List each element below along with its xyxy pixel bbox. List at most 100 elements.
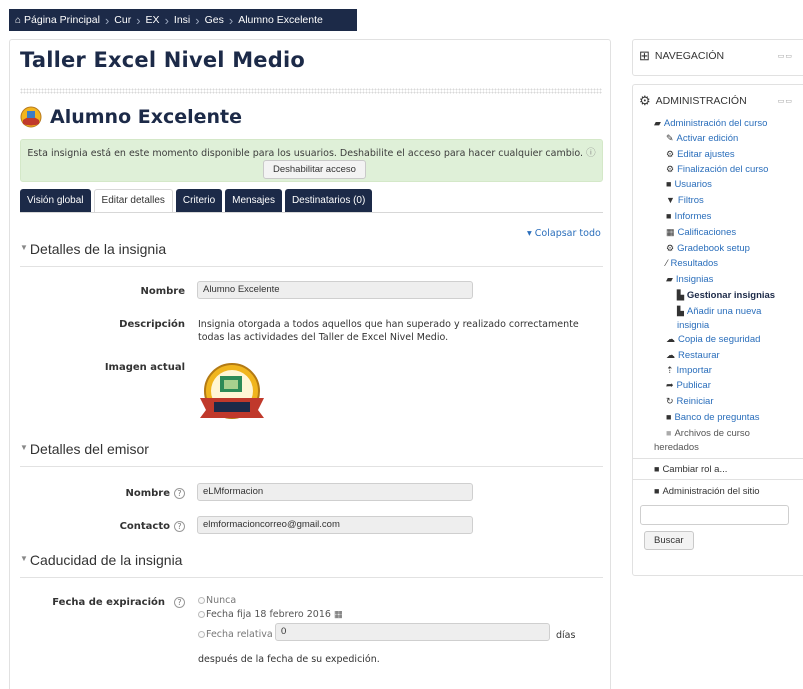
help-icon[interactable]: ? bbox=[174, 488, 185, 499]
admin-restore[interactable]: ☁ Restaurar bbox=[666, 350, 720, 361]
admin-item-label[interactable]: Administración del curso bbox=[664, 118, 768, 129]
tab-bar: Visión global Editar detalles Criterio M… bbox=[20, 189, 375, 213]
admin-item-label[interactable]: Copia de seguridad bbox=[678, 334, 760, 345]
section-badge-details[interactable]: ▼ Detalles de la insignia bbox=[20, 241, 603, 267]
breadcrumb-home[interactable]: ⌂ Página Principal bbox=[15, 14, 100, 26]
admin-question-bank[interactable]: ■ Banco de preguntas bbox=[666, 412, 759, 423]
admin-item-label[interactable]: Reiniciar bbox=[677, 396, 714, 407]
admin-item-label[interactable]: Usuarios bbox=[674, 179, 712, 190]
admin-item-label[interactable]: Finalización del curso bbox=[677, 164, 768, 175]
admin-search-input[interactable] bbox=[640, 505, 789, 525]
admin-legacy-files-cont[interactable]: heredados bbox=[654, 442, 699, 453]
admin-filters[interactable]: ▼ Filtros bbox=[666, 195, 704, 206]
admin-item-label[interactable]: Informes bbox=[674, 211, 711, 222]
folder-icon: ■ bbox=[666, 412, 672, 422]
block-title[interactable]: ADMINISTRACIÓN bbox=[656, 95, 747, 107]
radio-never[interactable]: Nunca bbox=[198, 595, 236, 606]
help-icon[interactable]: ? bbox=[174, 521, 185, 532]
admin-item-label[interactable]: Activar edición bbox=[677, 133, 739, 144]
admin-item-label[interactable]: Calificaciones bbox=[678, 227, 737, 238]
radio-relative-date[interactable]: Fecha relativa bbox=[198, 629, 273, 640]
breadcrumb-item[interactable]: Ges bbox=[205, 14, 224, 26]
admin-item-label[interactable]: Editar ajustes bbox=[677, 149, 735, 160]
admin-item-label[interactable]: Archivos de curso bbox=[674, 428, 750, 439]
field-label: Contacto bbox=[119, 521, 170, 532]
radio-button[interactable] bbox=[198, 597, 205, 604]
section-title[interactable]: Detalles del emisor bbox=[30, 441, 149, 457]
admin-legacy-files[interactable]: ■ Archivos de curso bbox=[666, 428, 750, 439]
admin-outcomes[interactable]: ⁄ Resultados bbox=[666, 258, 718, 269]
help-icon[interactable]: ⓘ bbox=[586, 148, 596, 159]
admin-backup[interactable]: ☁ Copia de seguridad bbox=[666, 334, 760, 345]
admin-add-badge[interactable]: ▙ Añadir una nueva bbox=[677, 306, 761, 317]
admin-turn-editing-on[interactable]: ✎ Activar edición bbox=[666, 133, 738, 144]
admin-item-label[interactable]: insignia bbox=[677, 320, 709, 331]
admin-item-label[interactable]: Restaurar bbox=[678, 350, 720, 361]
admin-course-completion[interactable]: ⚙ Finalización del curso bbox=[666, 164, 768, 175]
block-controls[interactable]: ▭▭ bbox=[778, 97, 793, 105]
tab-overview[interactable]: Visión global bbox=[20, 189, 91, 213]
admin-badges[interactable]: ▰ Insignias bbox=[666, 274, 713, 285]
admin-item-label[interactable]: Añadir una nueva bbox=[687, 306, 761, 317]
admin-item-label[interactable]: Importar bbox=[677, 365, 712, 376]
block-title[interactable]: NAVEGACIÓN bbox=[655, 50, 724, 62]
admin-course-admin[interactable]: ▰ Administración del curso bbox=[654, 118, 767, 129]
admin-users[interactable]: ■ Usuarios bbox=[666, 179, 712, 190]
relative-days-field[interactable]: 0 bbox=[275, 623, 550, 641]
admin-item-label[interactable]: heredados bbox=[654, 442, 699, 453]
admin-item-label[interactable]: Resultados bbox=[671, 258, 719, 269]
field-label: Descripción bbox=[119, 319, 185, 330]
calendar-icon[interactable]: ▦ bbox=[334, 609, 343, 620]
issuer-contact-field[interactable]: elmformacioncorreo@gmail.com bbox=[197, 516, 473, 534]
admin-item-label[interactable]: Banco de preguntas bbox=[674, 412, 759, 423]
admin-edit-settings[interactable]: ⚙ Editar ajustes bbox=[666, 149, 735, 160]
block-header[interactable]: ⚙ ADMINISTRACIÓN bbox=[639, 93, 747, 109]
collapse-all-link[interactable]: ▾ Colapsar todo bbox=[527, 228, 601, 239]
block-controls[interactable]: ▭▭ bbox=[778, 52, 793, 60]
tab-messages[interactable]: Mensajes bbox=[225, 189, 282, 213]
admin-item-label[interactable]: Insignias bbox=[676, 274, 714, 285]
radio-fixed-date[interactable]: Fecha fija 18 febrero 2016 ▦ bbox=[198, 609, 343, 620]
disable-access-button[interactable]: Deshabilitar acceso bbox=[263, 160, 366, 179]
admin-manage-badges[interactable]: ▙ Gestionar insignias bbox=[677, 290, 775, 301]
admin-reports[interactable]: ■ Informes bbox=[666, 211, 711, 222]
site-admin-link[interactable]: ■ Administración del sitio bbox=[654, 486, 760, 497]
help-icon[interactable]: ? bbox=[174, 597, 185, 608]
search-button[interactable]: Buscar bbox=[644, 531, 694, 550]
admin-grades[interactable]: ▦ Calificaciones bbox=[666, 227, 736, 238]
switch-role-link[interactable]: ■ Cambiar rol a... bbox=[654, 464, 727, 475]
admin-item-label[interactable]: Gradebook setup bbox=[677, 243, 750, 254]
refresh-icon: ↻ bbox=[666, 396, 674, 406]
admin-item-label[interactable]: Filtros bbox=[678, 195, 704, 206]
home-icon: ⌂ bbox=[15, 14, 22, 26]
tab-recipients[interactable]: Destinatarios (0) bbox=[284, 189, 373, 213]
section-title[interactable]: Detalles de la insignia bbox=[30, 241, 166, 257]
breadcrumb-label[interactable]: Página Principal bbox=[24, 14, 100, 26]
breadcrumb-item[interactable]: EX bbox=[146, 14, 160, 26]
admin-publish[interactable]: ➦ Publicar bbox=[666, 380, 711, 391]
section-issuer-details[interactable]: ▼ Detalles del emisor bbox=[20, 441, 603, 467]
admin-gradebook-setup[interactable]: ⚙ Gradebook setup bbox=[666, 243, 750, 254]
admin-reset[interactable]: ↻ Reiniciar bbox=[666, 396, 714, 407]
section-expiry[interactable]: ▼ Caducidad de la insignia bbox=[20, 552, 603, 578]
divider bbox=[633, 479, 803, 480]
issuer-name-field[interactable]: eLMformacion bbox=[197, 483, 473, 501]
admin-item-label[interactable]: Administración del sitio bbox=[662, 486, 759, 497]
badge-name-field[interactable]: Alumno Excelente bbox=[197, 281, 473, 299]
breadcrumb-item[interactable]: Insi bbox=[174, 14, 190, 26]
radio-button[interactable] bbox=[198, 631, 205, 638]
days-label: días bbox=[556, 630, 576, 641]
collapse-all-label[interactable]: Colapsar todo bbox=[535, 228, 601, 239]
tab-edit-details[interactable]: Editar detalles bbox=[93, 189, 173, 213]
admin-item-label[interactable]: Publicar bbox=[677, 380, 711, 391]
section-title[interactable]: Caducidad de la insignia bbox=[30, 552, 183, 568]
block-header[interactable]: ⊞ NAVEGACIÓN bbox=[639, 48, 724, 64]
radio-button[interactable] bbox=[198, 611, 205, 618]
admin-item-label[interactable]: Cambiar rol a... bbox=[662, 464, 727, 475]
admin-add-badge-cont[interactable]: insignia bbox=[677, 320, 709, 331]
tab-criteria[interactable]: Criterio bbox=[175, 189, 223, 213]
pencil-icon: ✎ bbox=[666, 133, 674, 143]
admin-item-label[interactable]: Gestionar insignias bbox=[687, 290, 775, 301]
breadcrumb-item[interactable]: Cur bbox=[114, 14, 131, 26]
admin-import[interactable]: ⇡ Importar bbox=[666, 365, 712, 376]
